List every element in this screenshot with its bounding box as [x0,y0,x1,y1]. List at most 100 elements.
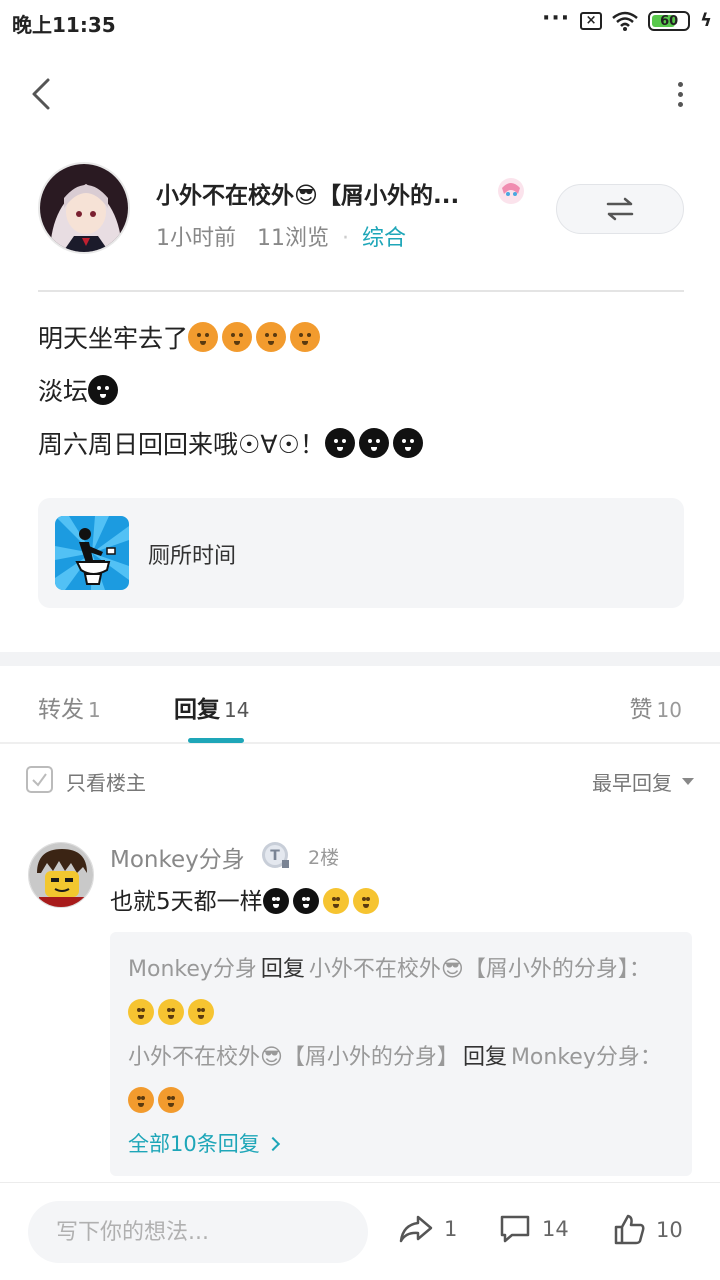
all-replies-label: 全部10条回复 [128,1132,260,1156]
section-gap [0,652,720,666]
topic-label: 厕所时间 [148,544,237,569]
post-text: 明天坐牢去了 [38,324,189,353]
black-moon-emoji-icon [88,375,119,405]
comment-count: 14 [542,1217,569,1241]
toilet-topic-icon [55,516,129,590]
tab-label: 赞 [629,697,653,723]
category-link[interactable]: 综合 [362,226,406,251]
reply-target: 小外不在校外😎【屑小外的分身】： [308,957,651,982]
switch-button[interactable] [556,184,684,234]
black-moon-emoji-icon [292,888,319,914]
comment-icon [500,1215,530,1243]
sort-label: 最早回复 [592,771,672,795]
comment-input-container[interactable] [28,1201,368,1263]
filter-bar: 只看楼主 最早回复 [26,764,694,798]
commenter-avatar[interactable] [28,842,94,908]
like-button[interactable]: 10 [612,1213,683,1247]
smile-emoji-icon [158,999,184,1025]
status-bar: 晚上11:35 ··· × 60 ϟ [0,0,720,48]
topic-card[interactable]: 厕所时间 [38,498,684,608]
tab-repost[interactable]: 转发 1 [38,690,101,724]
back-button[interactable] [22,72,62,116]
check-icon [32,773,47,787]
comment-body: 也就5天都一样 [110,889,263,915]
black-moon-emoji-icon [262,888,289,914]
post-text: 周六周日回回来哦☉∀☉！ [38,430,325,459]
sad-emoji-icon [128,1087,154,1113]
comment-text: 也就5天都一样 [110,882,383,916]
smile-emoji-icon [188,999,214,1025]
share-count: 1 [444,1217,458,1241]
svg-text:T: T [270,848,280,864]
tab-label: 回复 [174,697,220,723]
more-options-button[interactable] [670,82,690,112]
battery-icon: 60 [648,10,691,31]
status-icons: ··· × 60 ϟ [542,5,712,31]
author-header: 小外不在校外😎【屑小外的... 1小时前 11浏览 · 综合 [38,162,684,262]
moon-emoji-icon [322,888,349,914]
tab-count: 1 [88,698,101,722]
tab-count: 10 [656,698,682,722]
divider [38,290,684,292]
tab-reply[interactable]: 回复 14 [174,690,249,724]
post-time: 1小时前 [156,226,236,251]
post-line-2: 淡坛 [38,365,684,418]
author-meta: 1小时前 11浏览 · 综合 [156,220,406,252]
reply-author[interactable]: 小外不在校外😎【屑小外的分身】 [128,1045,459,1070]
crying-emoji-icon [222,322,253,352]
post-line-3: 周六周日回回来哦☉∀☉！ [38,418,684,471]
reply-verb: 回复 [260,957,305,982]
commenter-name[interactable]: Monkey分身 [110,840,245,874]
tab-count: 14 [224,698,250,722]
all-replies-link[interactable]: 全部10条回复 [128,1124,674,1164]
user-level-badge-icon: T [260,840,290,870]
smile-emoji-icon [128,999,154,1025]
floor-number: 2楼 [308,847,340,869]
reply-item: 小外不在校外😎【屑小外的分身】 回复 Monkey分身： [128,1036,674,1124]
reply-author[interactable]: Monkey分身 [128,957,257,982]
active-tab-indicator [188,738,244,743]
wifi-icon [612,11,638,31]
status-time: 晚上11:35 [12,13,116,37]
swap-arrows-icon [606,197,634,221]
comment-button[interactable]: 14 [498,1213,569,1245]
battery-level: 60 [660,13,679,29]
post-line-1: 明天坐牢去了 [38,312,684,365]
crying-emoji-icon [158,1087,184,1113]
tab-like[interactable]: 赞 10 [630,690,682,724]
author-avatar[interactable] [38,162,130,254]
bottom-action-bar: 1 14 10 [0,1182,720,1280]
black-moon-emoji-icon [324,428,355,458]
post-text: 淡坛 [38,377,89,406]
back-arrow-icon [32,78,50,110]
chevron-right-icon [265,1136,280,1152]
author-name[interactable]: 小外不在校外😎【屑小外的... [156,176,459,210]
charging-icon: ϟ [700,10,712,31]
view-count: 11浏览 [257,226,329,251]
comment-input[interactable] [28,1201,368,1263]
caret-down-icon [682,778,694,785]
tab-label: 转发 [38,697,84,723]
share-button[interactable]: 1 [398,1213,457,1245]
only-op-label[interactable]: 只看楼主 [66,767,146,796]
tab-bar: 转发 1 回复 14 赞 10 [0,666,720,744]
top-bar [0,60,720,130]
reply-verb: 回复 [462,1045,507,1070]
thumbs-up-icon [614,1214,645,1245]
only-op-checkbox[interactable] [26,766,53,793]
crying-emoji-icon [256,322,287,352]
crying-emoji-icon [290,322,321,352]
post-content: 明天坐牢去了 淡坛 周六周日回回来哦☉∀☉！ [38,312,684,471]
reply-target: Monkey分身： [510,1045,662,1070]
reply-item: Monkey分身 回复 小外不在校外😎【屑小外的分身】： [128,948,674,1036]
sort-dropdown[interactable]: 最早回复 [592,767,694,796]
black-moon-emoji-icon [392,428,423,458]
reply-preview-box[interactable]: Monkey分身 回复 小外不在校外😎【屑小外的分身】： 小外不在校外😎【屑小外的分… [110,932,692,1176]
black-moon-emoji-icon [358,428,389,458]
moon-emoji-icon [352,888,379,914]
like-count: 10 [656,1218,683,1242]
more-dots-icon: ··· [542,5,571,31]
angry-emoji-icon [188,322,219,352]
no-sim-icon: × [580,11,603,30]
author-badge-icon [496,176,526,206]
